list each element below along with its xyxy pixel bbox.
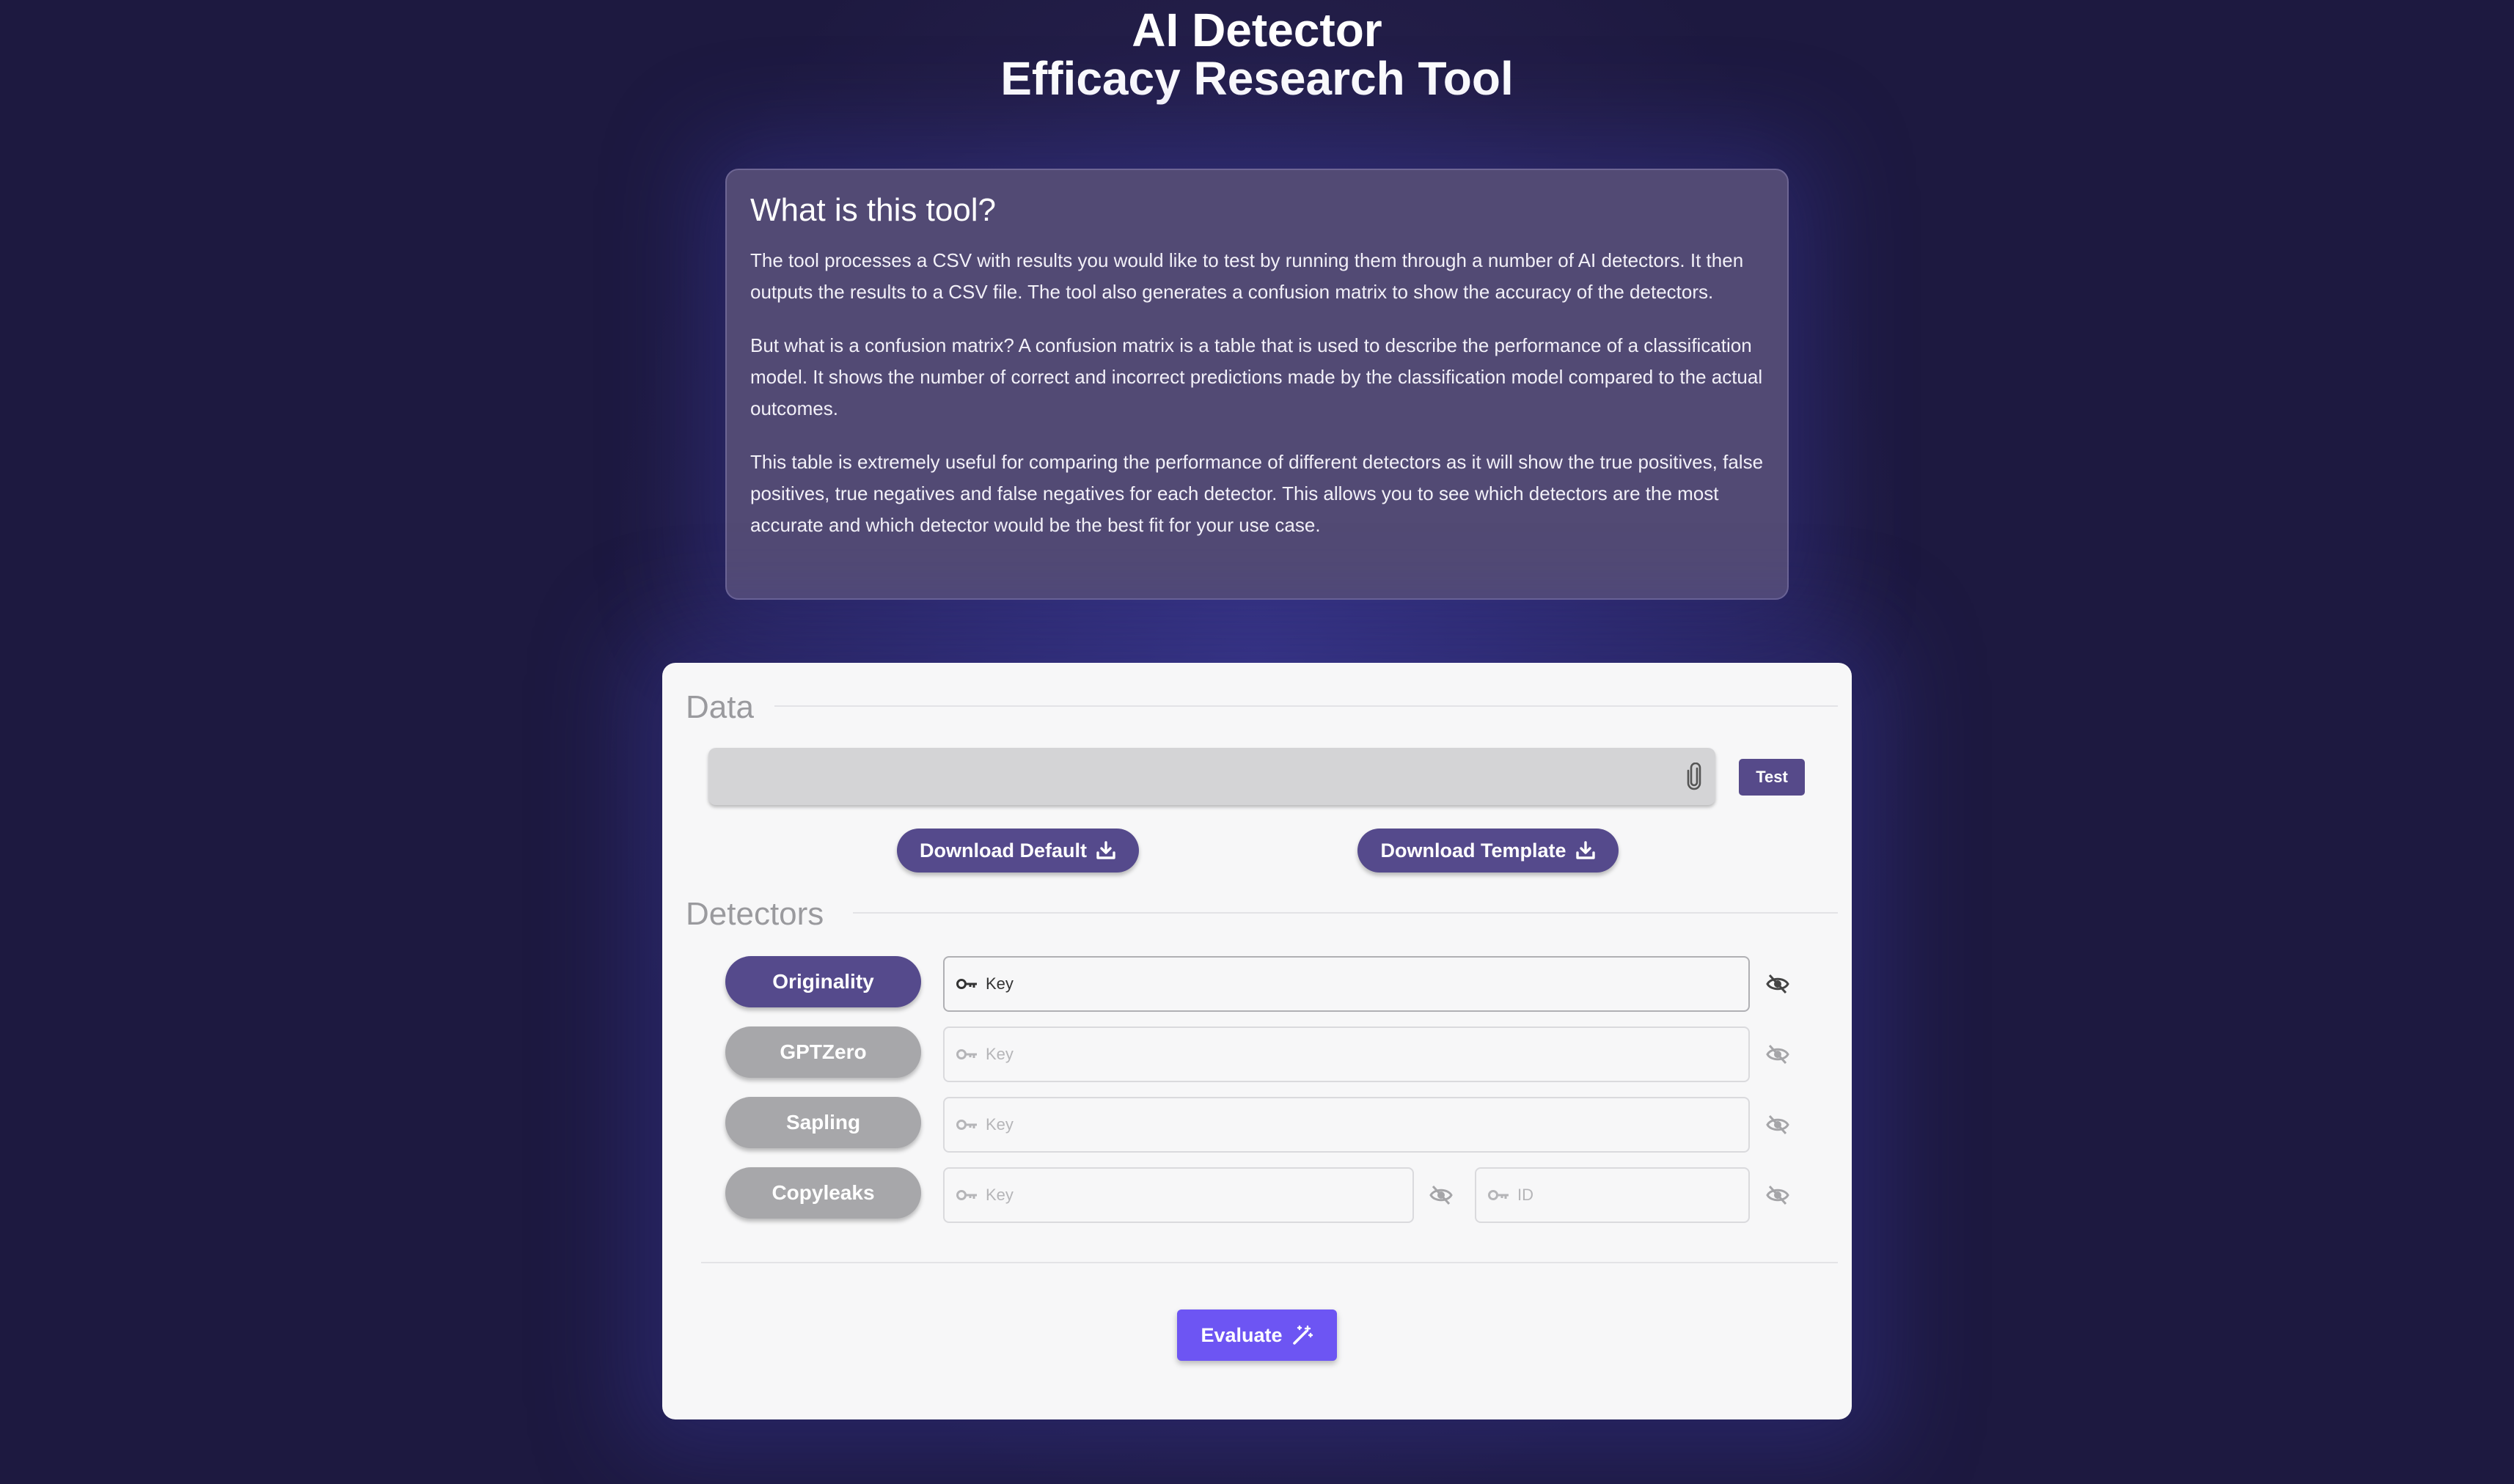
download-default-button[interactable]: Download Default: [897, 829, 1139, 873]
info-paragraph-2: But what is a confusion matrix? A confus…: [750, 334, 1763, 419]
title-line-2: Efficacy Research Tool: [1000, 52, 1514, 105]
data-section-title: Data: [686, 689, 754, 725]
detector-toggle-gptzero[interactable]: GPTZero: [725, 1026, 921, 1078]
detector-toggle-originality[interactable]: Originality: [725, 956, 921, 1007]
copyleaks-key-input[interactable]: Key: [943, 1167, 1414, 1223]
info-heading: What is this tool?: [750, 192, 997, 228]
evaluate-label: Evaluate: [1201, 1323, 1283, 1346]
key-placeholder: Key: [986, 1045, 1014, 1063]
title-line-1: AI Detector: [1132, 4, 1382, 56]
page-title: AI Detector Efficacy Research Tool: [0, 6, 2514, 103]
eye-off-icon[interactable]: [1429, 1184, 1454, 1206]
eye-off-icon[interactable]: [1765, 973, 1790, 995]
download-template-button[interactable]: Download Template: [1357, 829, 1619, 873]
key-icon: [956, 1049, 977, 1059]
info-paragraph-3: This table is extremely useful for compa…: [750, 451, 1764, 536]
gptzero-key-input[interactable]: Key: [943, 1026, 1750, 1082]
eye-off-icon[interactable]: [1765, 1114, 1790, 1136]
detector-toggle-sapling[interactable]: Sapling: [725, 1097, 921, 1148]
id-placeholder: ID: [1517, 1186, 1533, 1204]
download-icon: [1096, 841, 1115, 859]
key-icon: [956, 1120, 977, 1130]
csv-file-input[interactable]: [708, 748, 1715, 805]
divider: [853, 912, 1838, 914]
originality-key-input[interactable]: Key: [943, 956, 1750, 1012]
divider: [774, 705, 1838, 707]
eye-off-icon[interactable]: [1765, 1184, 1790, 1206]
detector-toggle-copyleaks[interactable]: Copyleaks: [725, 1167, 921, 1219]
download-icon: [1575, 841, 1595, 859]
evaluate-button[interactable]: Evaluate: [1177, 1309, 1337, 1361]
key-icon: [956, 1190, 977, 1200]
key-icon: [956, 979, 977, 989]
paperclip-icon: [1687, 763, 1701, 790]
key-placeholder: Key: [986, 1115, 1014, 1134]
eye-off-icon[interactable]: [1765, 1043, 1790, 1065]
download-default-label: Download Default: [920, 839, 1087, 862]
detectors-section-title: Detectors: [686, 896, 824, 932]
key-placeholder: Key: [986, 1186, 1014, 1204]
key-placeholder: Key: [986, 974, 1014, 993]
copyleaks-id-input[interactable]: ID: [1475, 1167, 1750, 1223]
form-panel: Data Test Download Default Download Temp…: [662, 663, 1852, 1419]
sapling-key-input[interactable]: Key: [943, 1097, 1750, 1153]
test-button[interactable]: Test: [1739, 759, 1805, 796]
download-template-label: Download Template: [1380, 839, 1566, 862]
divider: [701, 1262, 1838, 1263]
key-icon: [1488, 1190, 1509, 1200]
info-card: What is this tool? The tool processes a …: [725, 169, 1789, 600]
magic-wand-icon: [1292, 1325, 1313, 1345]
info-paragraph-1: The tool processes a CSV with results yo…: [750, 249, 1744, 303]
